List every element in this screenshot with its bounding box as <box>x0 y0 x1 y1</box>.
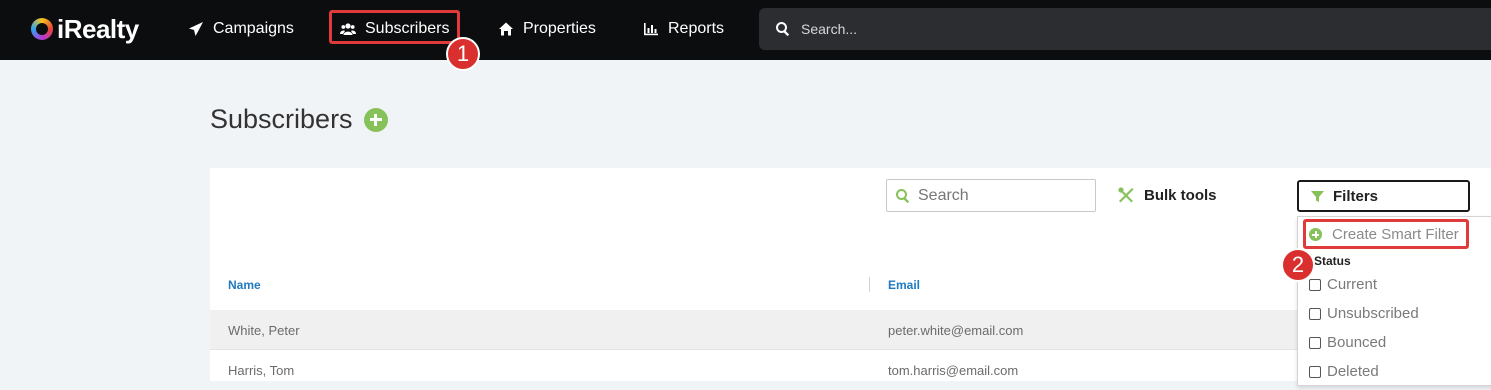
status-option-label: Deleted <box>1327 363 1379 380</box>
subscriber-name: White, Peter <box>228 323 300 338</box>
status-checkbox-current[interactable]: Current <box>1309 276 1377 293</box>
checkbox-icon[interactable] <box>1309 336 1321 349</box>
callout-badge-2: 2 <box>1281 248 1315 282</box>
table-row[interactable]: Harris, Tom tom.harris@email.com <box>210 350 1300 390</box>
column-header-name[interactable]: Name <box>228 278 261 292</box>
add-subscriber-icon[interactable] <box>363 107 388 132</box>
bulk-tools-label: Bulk tools <box>1144 186 1217 204</box>
nav-label-campaigns: Campaigns <box>213 20 294 37</box>
global-search-placeholder: Search... <box>801 21 858 37</box>
subscriber-email: peter.white@email.com <box>888 323 1024 338</box>
subscriber-search-input[interactable]: Search <box>886 179 1096 212</box>
highlight-subscribers <box>329 10 460 44</box>
status-option-label: Unsubscribed <box>1327 305 1419 322</box>
checkbox-icon[interactable] <box>1309 365 1321 378</box>
status-checkbox-deleted[interactable]: Deleted <box>1309 363 1379 380</box>
nav-item-reports[interactable]: Reports <box>642 17 724 41</box>
paper-plane-icon <box>187 20 205 38</box>
filter-funnel-icon <box>1311 190 1324 202</box>
checkbox-icon[interactable] <box>1309 307 1321 320</box>
global-search-input[interactable]: Search... <box>759 8 1491 50</box>
status-option-label: Bounced <box>1327 334 1387 351</box>
search-icon <box>896 188 910 203</box>
nav-label-properties: Properties <box>523 20 596 37</box>
search-icon <box>776 22 790 37</box>
tools-icon <box>1118 187 1134 203</box>
nav-item-properties[interactable]: Properties <box>497 17 596 41</box>
subscriber-search-placeholder: Search <box>918 186 969 204</box>
home-icon <box>497 20 515 38</box>
logo-ring-icon <box>31 18 53 40</box>
logo-text: iRealty <box>57 13 139 44</box>
bulk-tools-button[interactable]: Bulk tools <box>1117 186 1217 204</box>
status-option-label: Current <box>1327 276 1378 293</box>
table-row[interactable]: White, Peter peter.white@email.com <box>210 310 1300 350</box>
page-title-text: Subscribers <box>210 104 353 134</box>
subscriber-email: tom.harris@email.com <box>888 363 1019 378</box>
column-header-email[interactable]: Email <box>888 278 920 292</box>
bar-chart-icon <box>642 20 660 38</box>
callout-badge-1: 1 <box>446 37 480 71</box>
status-heading: Status <box>1314 254 1351 268</box>
column-divider <box>869 277 870 292</box>
top-navigation-bar: iRealty Campaigns Subscribers Properties… <box>0 0 1491 60</box>
checkbox-icon[interactable] <box>1309 278 1321 291</box>
highlight-create-smart-filter <box>1303 219 1469 249</box>
subscriber-name: Harris, Tom <box>228 363 295 378</box>
filters-label: Filters <box>1333 187 1379 205</box>
filters-button[interactable]: Filters <box>1297 180 1470 212</box>
status-checkbox-unsubscribed[interactable]: Unsubscribed <box>1309 305 1419 322</box>
page-title: Subscribers <box>210 104 388 135</box>
status-checkbox-bounced[interactable]: Bounced <box>1309 334 1386 351</box>
nav-label-reports: Reports <box>668 20 725 37</box>
irealty-logo[interactable]: iRealty <box>31 14 139 44</box>
nav-item-campaigns[interactable]: Campaigns <box>187 17 294 41</box>
